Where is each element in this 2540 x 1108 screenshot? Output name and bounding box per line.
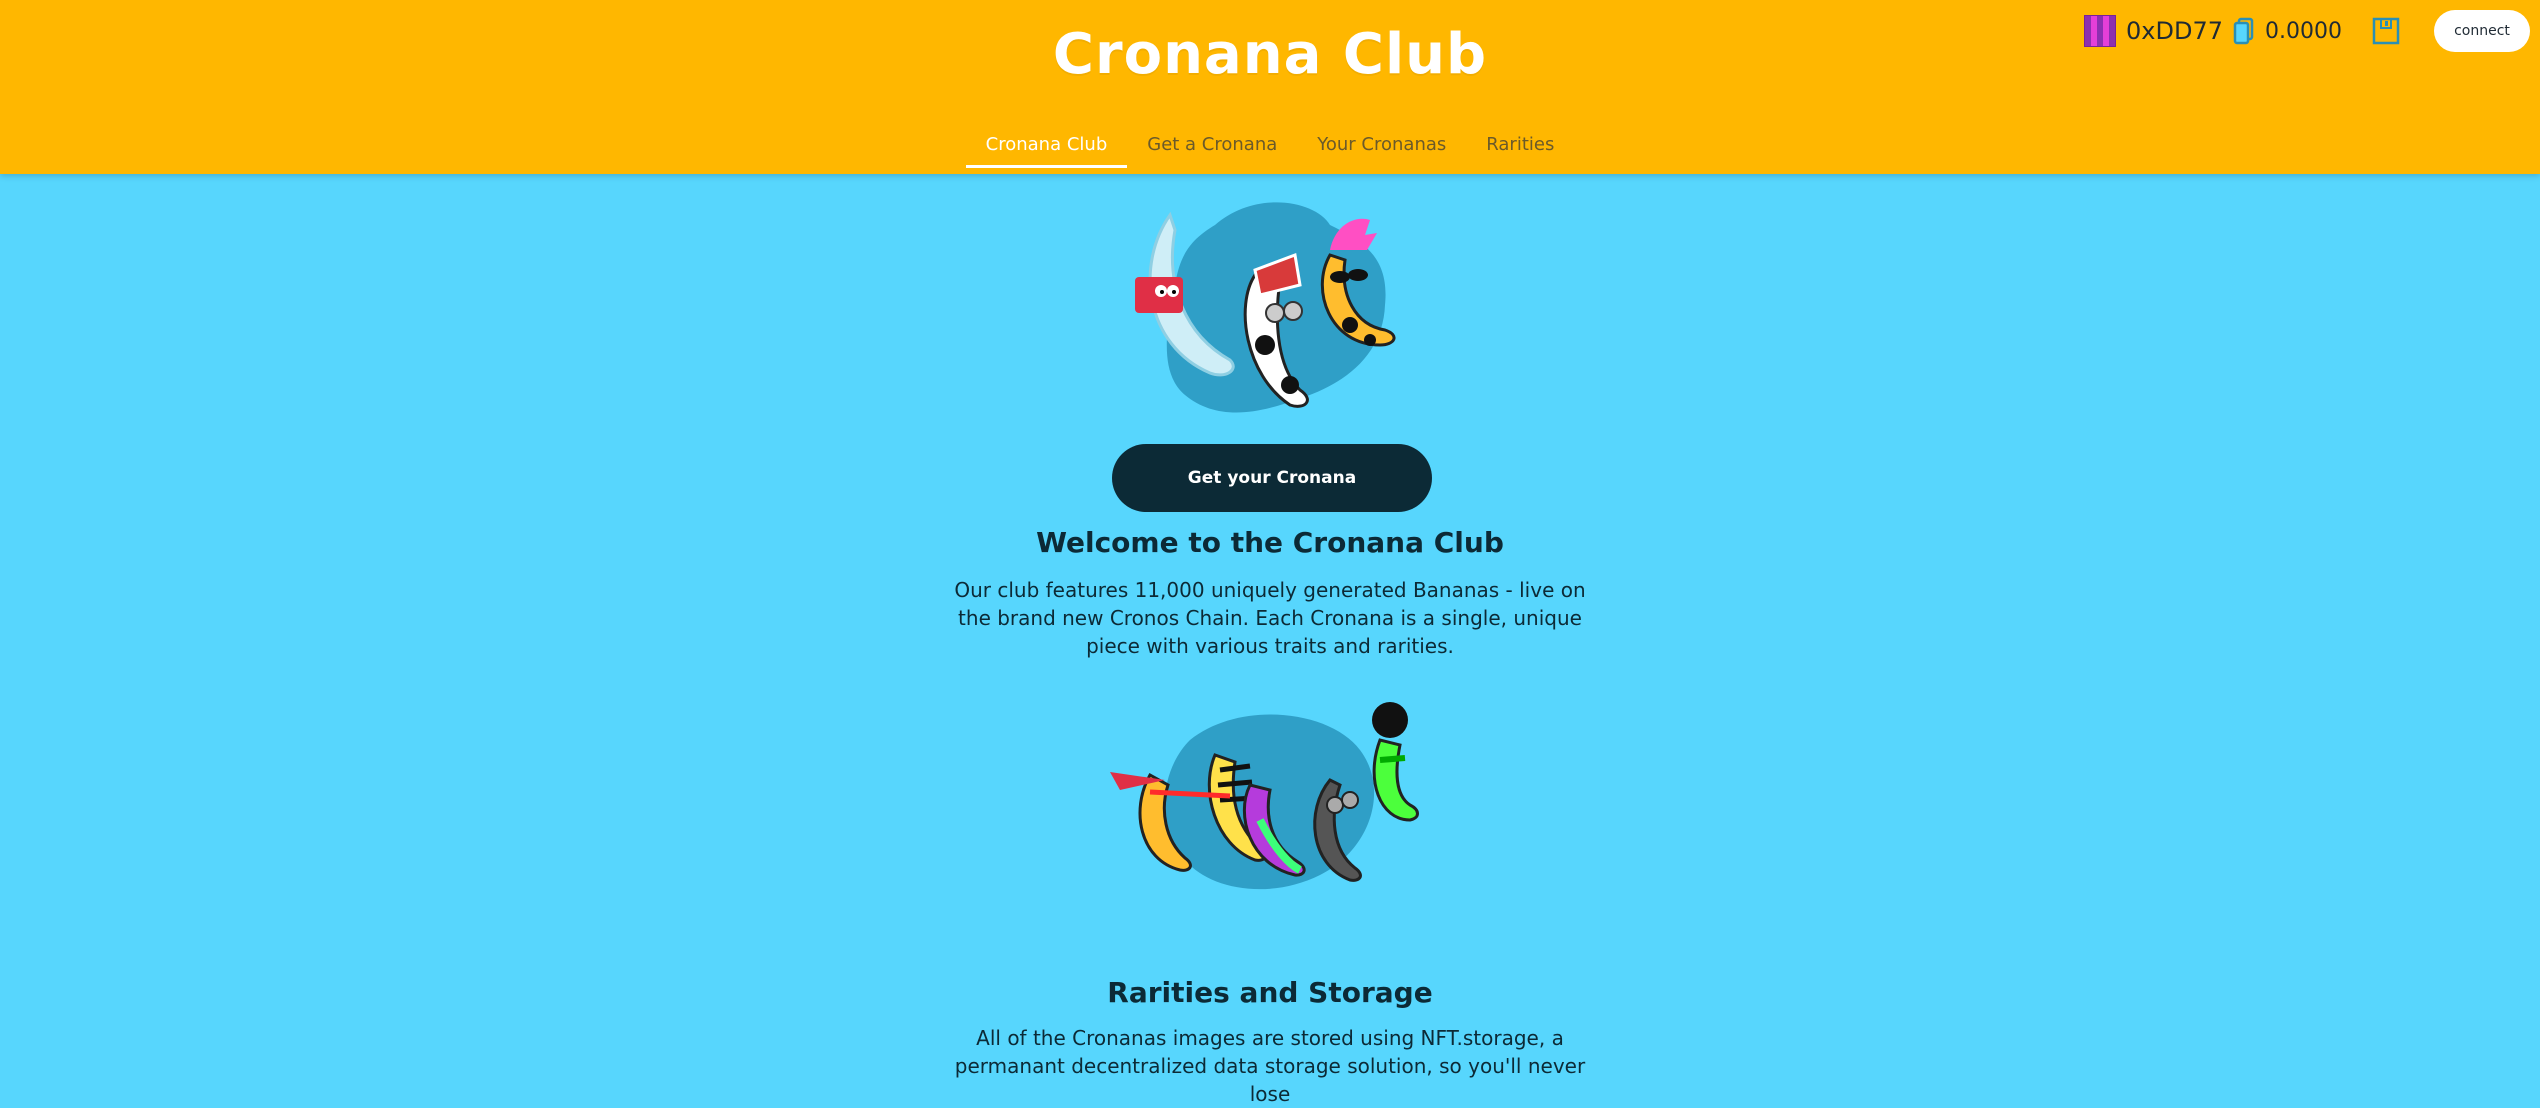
connect-button[interactable]: connect <box>2434 10 2530 52</box>
bananas-group-illustration <box>1135 202 1396 413</box>
identicon-avatar <box>2084 15 2117 47</box>
top-header: Cronana Club Cronana Club Get a Cronana … <box>0 0 2540 174</box>
bananas-lineup-illustration <box>1110 702 1419 890</box>
wallet-bar: 0xDD77 0.0000 connect <box>2084 10 2530 52</box>
tab-cronana-club[interactable]: Cronana Club <box>965 128 1128 168</box>
wallet-address: 0xDD77 <box>2126 17 2224 45</box>
wallet-balance: 0.0000 <box>2265 18 2342 44</box>
main-nav: Cronana Club Get a Cronana Your Cronanas… <box>0 128 2540 174</box>
welcome-text: Our club features 11,000 uniquely genera… <box>954 578 1586 658</box>
get-your-cronana-button[interactable]: Get your Cronana <box>1112 444 1432 512</box>
rarities-title: Rarities and Storage <box>1107 976 1433 1009</box>
coin-icon <box>2233 17 2254 45</box>
tab-rarities[interactable]: Rarities <box>1466 128 1574 168</box>
tab-your-cronanas[interactable]: Your Cronanas <box>1297 128 1466 168</box>
welcome-title: Welcome to the Cronana Club <box>1036 526 1504 559</box>
save-icon[interactable] <box>2372 17 2400 45</box>
rarities-text: All of the Cronanas images are stored us… <box>954 1026 1586 1106</box>
tab-get-a-cronana[interactable]: Get a Cronana <box>1127 128 1297 168</box>
